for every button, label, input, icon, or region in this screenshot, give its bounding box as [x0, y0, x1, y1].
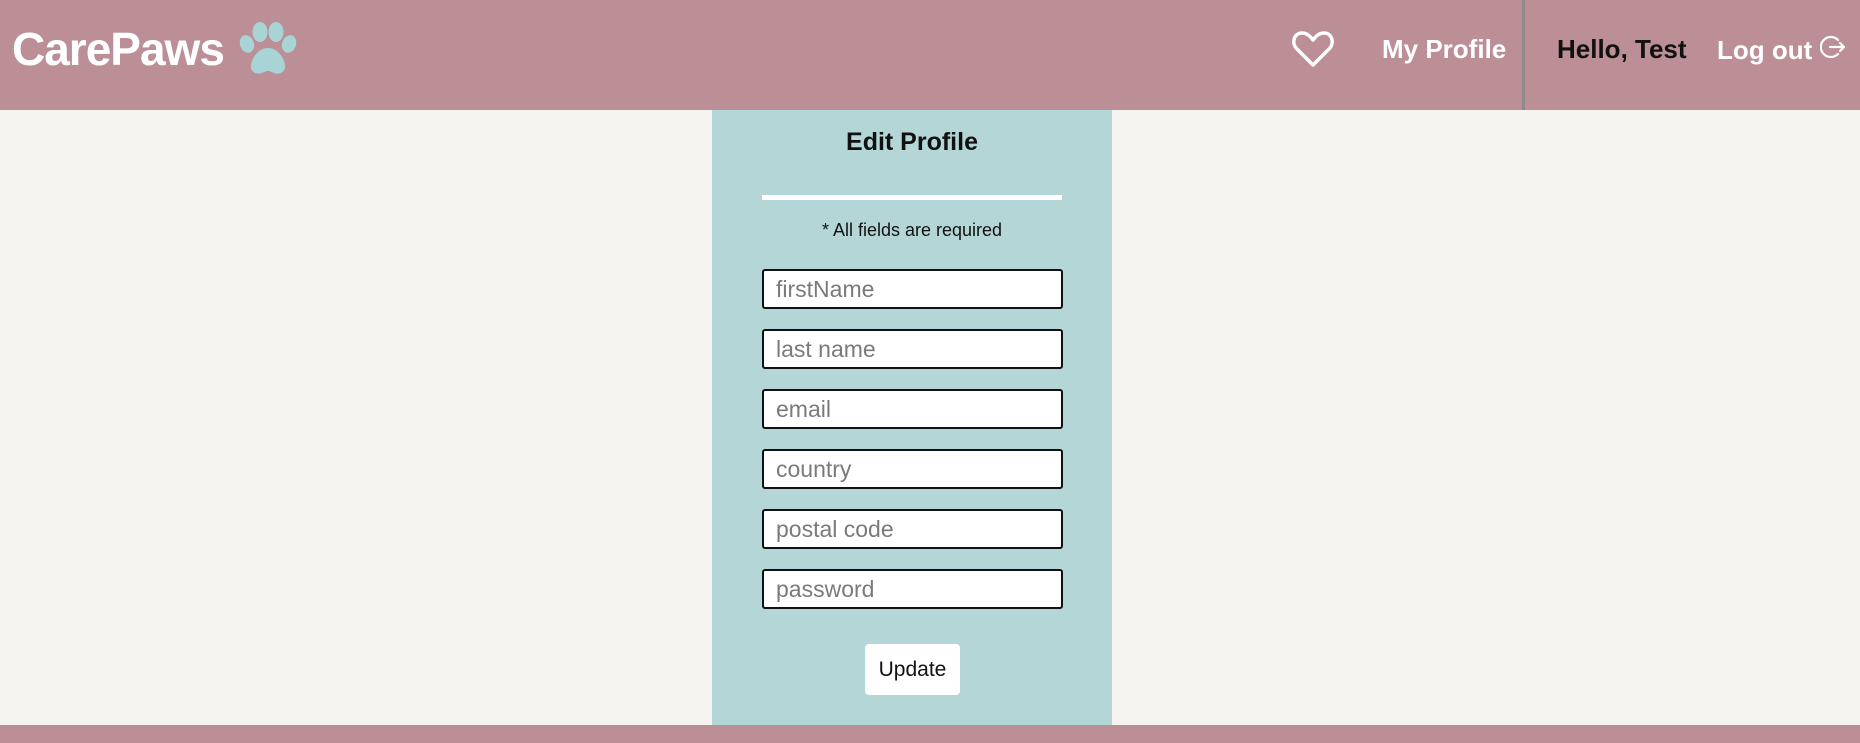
- update-button[interactable]: Update: [865, 644, 960, 695]
- user-greeting: Hello, Test: [1557, 34, 1687, 64]
- brand-logo[interactable]: CarePaws: [12, 22, 298, 76]
- edit-profile-panel: Edit Profile * All fields are required U…: [712, 110, 1112, 725]
- password-field[interactable]: [762, 569, 1063, 609]
- heart-icon[interactable]: [1292, 30, 1334, 68]
- logout-label: Log out: [1717, 35, 1813, 65]
- required-fields-note: * All fields are required: [821, 220, 1003, 240]
- logout-icon: [1812, 34, 1846, 67]
- postal-code-field[interactable]: [762, 509, 1063, 549]
- paw-icon: [238, 22, 298, 76]
- email-field[interactable]: [762, 389, 1063, 429]
- title-divider: [762, 195, 1062, 200]
- first-name-field[interactable]: [762, 269, 1063, 309]
- page-title: Edit Profile: [846, 128, 978, 156]
- logout-button[interactable]: Log out: [1717, 34, 1846, 67]
- nav-divider: [1522, 0, 1525, 110]
- top-nav-bar: CarePaws My Profile Hello, Test Log out: [0, 0, 1860, 110]
- my-profile-link[interactable]: My Profile: [1382, 34, 1506, 65]
- country-field[interactable]: [762, 449, 1063, 489]
- last-name-field[interactable]: [762, 329, 1063, 369]
- brand-name: CarePaws: [12, 23, 225, 75]
- footer-bar: [0, 725, 1860, 743]
